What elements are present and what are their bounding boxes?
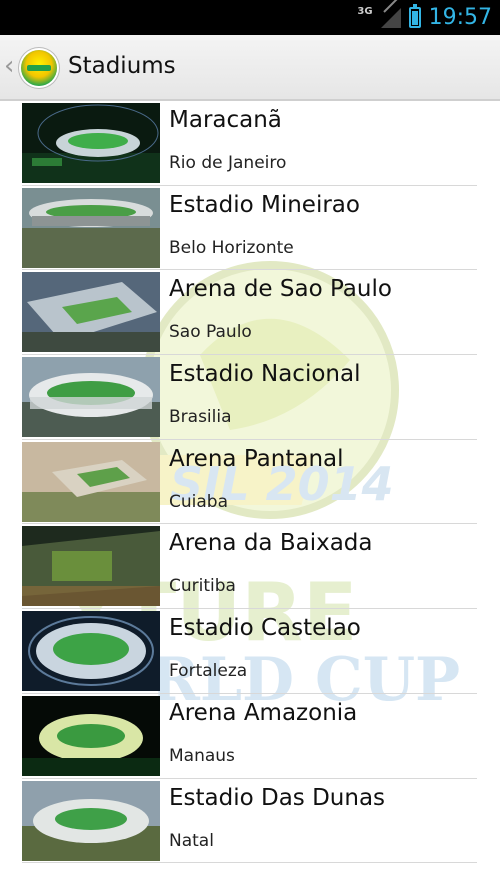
- stadium-thumbnail: [22, 441, 160, 522]
- stadium-city: Sao Paulo: [169, 322, 252, 343]
- stadium-name: Estadio Castelao: [169, 615, 361, 642]
- stadium-name: Maracanã: [169, 107, 282, 133]
- list-item[interactable]: Estadio Mineirao Belo Horizonte: [22, 186, 477, 271]
- list-item[interactable]: Arena Pantanal Cuiaba: [22, 440, 477, 525]
- stadium-city: Manaus: [169, 745, 235, 766]
- stadium-list: Maracanã Rio de Janeiro Estadio Mineirao…: [22, 101, 477, 864]
- list-item[interactable]: Estadio Castelao Fortaleza: [22, 609, 477, 694]
- status-bar: 3G 19:57: [0, 0, 500, 35]
- stadium-thumbnail: [22, 357, 160, 438]
- stadium-city: Fortaleza: [169, 661, 248, 682]
- stadium-name: Arena Pantanal: [169, 445, 344, 472]
- stadium-city: Curitiba: [169, 576, 236, 597]
- list-item[interactable]: Arena Amazonia Manaus: [22, 694, 477, 779]
- list-item[interactable]: Arena de Sao Paulo Sao Paulo: [22, 270, 477, 356]
- battery-icon: [408, 4, 421, 28]
- stadium-city: Belo Horizonte: [169, 237, 294, 258]
- action-bar: ‹ Stadiums: [0, 35, 500, 101]
- app-logo-icon[interactable]: [21, 50, 57, 86]
- stadium-thumbnail: [22, 272, 160, 353]
- stadium-thumbnail: [22, 780, 160, 861]
- stadium-name: Estadio Das Dunas: [169, 784, 386, 811]
- stadium-thumbnail: [22, 611, 160, 692]
- list-item[interactable]: Arena da Baixada Curitiba: [22, 524, 477, 610]
- status-icons: 3G 19:57: [357, 4, 492, 30]
- list-item[interactable]: Maracanã Rio de Janeiro: [22, 101, 477, 186]
- list-item[interactable]: Estadio Das Dunas Natal: [22, 779, 477, 864]
- stadium-name: Arena Amazonia: [169, 699, 358, 726]
- clock: 19:57: [428, 5, 492, 30]
- stadium-name: Arena de Sao Paulo: [169, 276, 392, 303]
- page-title: Stadiums: [68, 53, 176, 79]
- list-item[interactable]: Estadio Nacional Brasilia: [22, 355, 477, 440]
- stadium-name: Estadio Nacional: [169, 361, 361, 388]
- stadium-city: Brasilia: [169, 407, 232, 428]
- stadium-name: Estadio Mineirao: [169, 191, 360, 218]
- stadium-name: Arena da Baixada: [169, 530, 373, 557]
- stadium-thumbnail: [22, 526, 160, 607]
- chevron-left-icon[interactable]: ‹: [4, 53, 14, 79]
- stadium-city: Natal: [169, 830, 214, 851]
- stadium-thumbnail: [22, 695, 160, 776]
- stadium-city: Cuiaba: [169, 491, 228, 512]
- stadium-thumbnail: [22, 103, 160, 183]
- stadium-city: Rio de Janeiro: [169, 153, 287, 173]
- signal-icon: [380, 7, 401, 28]
- stadium-thumbnail: [22, 187, 160, 268]
- network-type-label: 3G: [357, 6, 373, 17]
